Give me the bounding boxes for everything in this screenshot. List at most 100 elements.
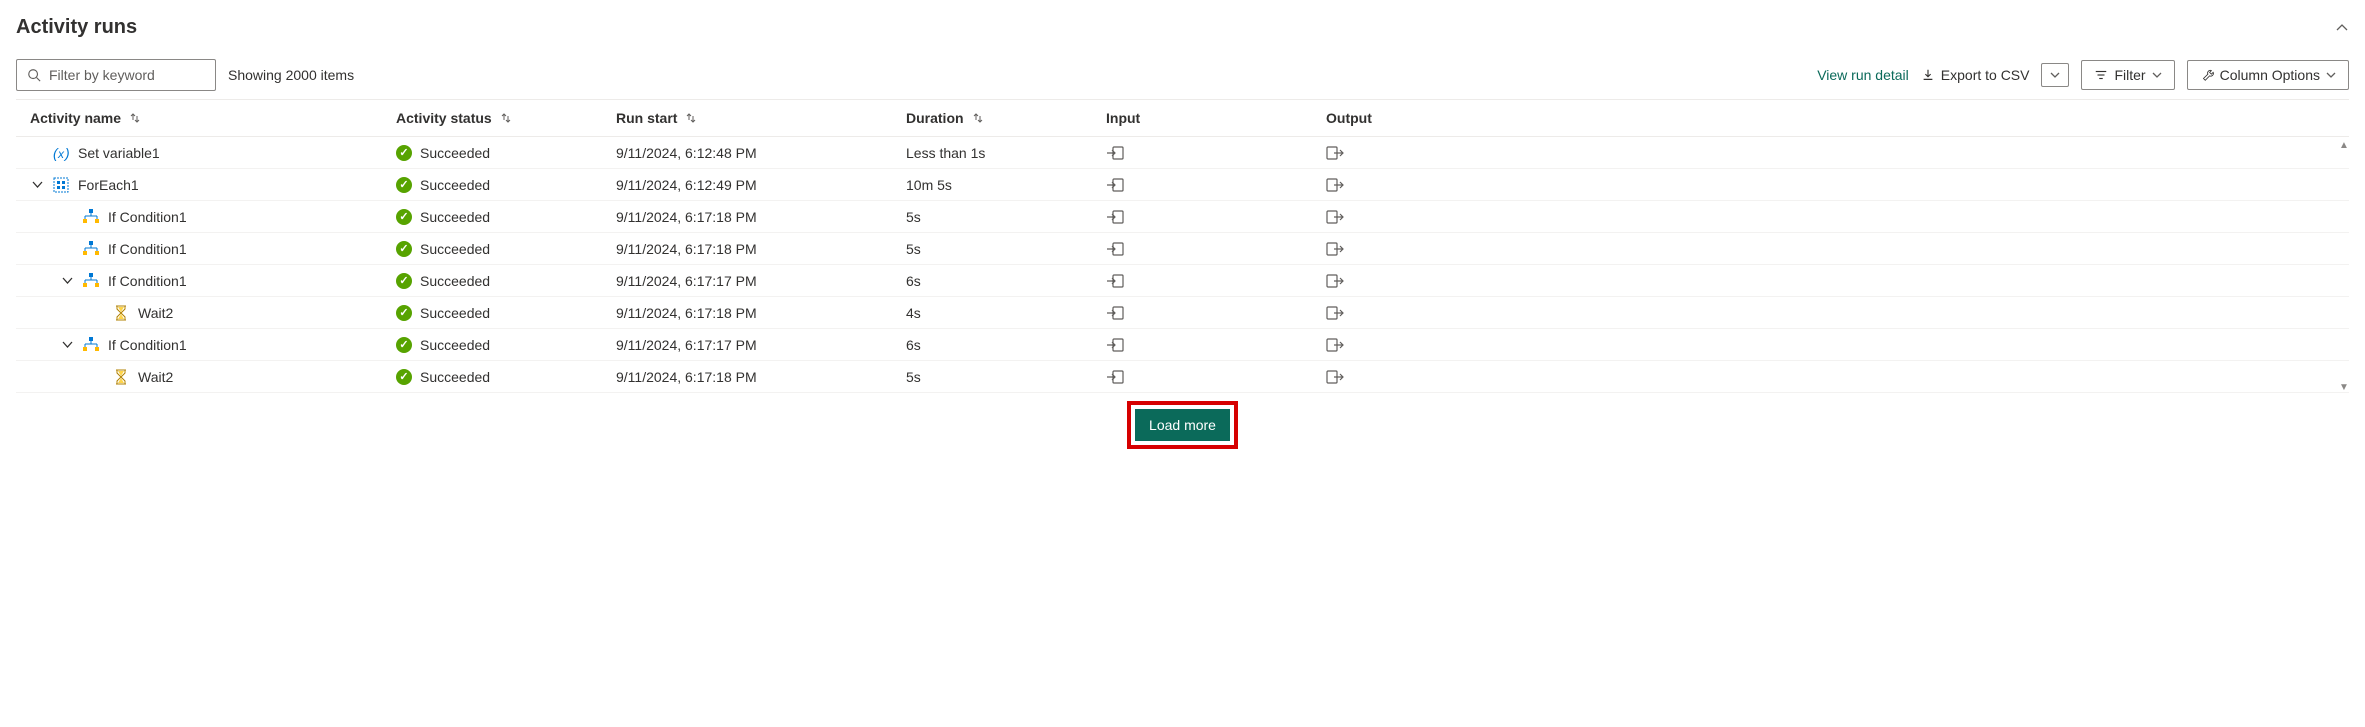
output-icon[interactable] (1326, 242, 1344, 256)
table-header-row: Activity name Activity status Run start … (16, 100, 2349, 137)
input-icon[interactable] (1106, 146, 1124, 160)
if-icon (82, 272, 100, 290)
foreach-icon (52, 176, 70, 194)
activity-name: Wait2 (138, 305, 173, 321)
filter-button[interactable]: Filter (2081, 60, 2174, 90)
input-icon[interactable] (1106, 242, 1124, 256)
activity-name: Set variable1 (78, 145, 160, 161)
filter-label: Filter (2114, 67, 2145, 83)
success-icon: ✓ (396, 145, 412, 161)
duration: 5s (906, 209, 921, 225)
svg-text:x: x (57, 147, 65, 161)
column-options-button[interactable]: Column Options (2187, 60, 2349, 90)
export-csv-button[interactable]: Export to CSV (1921, 67, 2030, 83)
duration: 10m 5s (906, 177, 952, 193)
status-label: Succeeded (420, 369, 490, 385)
table-row[interactable]: If Condition1✓Succeeded9/11/2024, 6:17:1… (16, 329, 2349, 361)
input-icon[interactable] (1106, 178, 1124, 192)
expand-chevron-icon[interactable] (60, 339, 74, 350)
success-icon: ✓ (396, 369, 412, 385)
status-label: Succeeded (420, 177, 490, 193)
column-header-name[interactable]: Activity name (16, 110, 396, 126)
output-icon[interactable] (1326, 370, 1344, 384)
table-row[interactable]: Wait2✓Succeeded9/11/2024, 6:17:18 PM4s (16, 297, 2349, 329)
run-start: 9/11/2024, 6:17:18 PM (616, 305, 757, 321)
run-start: 9/11/2024, 6:17:18 PM (616, 241, 757, 257)
duration: 5s (906, 369, 921, 385)
scrollbar[interactable]: ▲ ▼ (2339, 140, 2349, 393)
duration: 6s (906, 273, 921, 289)
run-start: 9/11/2024, 6:12:49 PM (616, 177, 757, 193)
sort-icon (685, 112, 697, 124)
scroll-down-icon: ▼ (2339, 382, 2349, 393)
chevron-down-icon (2326, 70, 2336, 80)
if-icon (82, 240, 100, 258)
status-label: Succeeded (420, 209, 490, 225)
status-label: Succeeded (420, 305, 490, 321)
sort-icon (500, 112, 512, 124)
output-icon[interactable] (1326, 306, 1344, 320)
column-header-duration-label: Duration (906, 110, 964, 126)
output-icon[interactable] (1326, 178, 1344, 192)
load-more-highlight: Load more (1127, 401, 1238, 449)
filter-keyword-input-wrap[interactable] (16, 59, 216, 91)
status-label: Succeeded (420, 273, 490, 289)
duration: Less than 1s (906, 145, 985, 161)
input-icon[interactable] (1106, 338, 1124, 352)
activity-name: If Condition1 (108, 209, 187, 225)
output-icon[interactable] (1326, 210, 1344, 224)
status-label: Succeeded (420, 337, 490, 353)
activity-name: If Condition1 (108, 337, 187, 353)
load-more-button[interactable]: Load more (1135, 409, 1230, 441)
filter-icon (2094, 68, 2108, 82)
duration: 6s (906, 337, 921, 353)
view-run-detail-link[interactable]: View run detail (1817, 67, 1909, 83)
table-row[interactable]: Wait2✓Succeeded9/11/2024, 6:17:18 PM5s (16, 361, 2349, 393)
output-icon[interactable] (1326, 274, 1344, 288)
sort-icon (129, 112, 141, 124)
status-label: Succeeded (420, 241, 490, 257)
column-header-name-label: Activity name (30, 110, 121, 126)
success-icon: ✓ (396, 241, 412, 257)
collapse-panel-icon[interactable] (2335, 21, 2349, 35)
if-icon (82, 336, 100, 354)
expand-chevron-icon[interactable] (60, 275, 74, 286)
table-row[interactable]: ForEach1✓Succeeded9/11/2024, 6:12:49 PM1… (16, 169, 2349, 201)
table-row[interactable]: If Condition1 ✓ Succeeded 9/11/2024, 6:17:1… (16, 201, 2349, 233)
filter-keyword-input[interactable] (47, 66, 205, 84)
expand-chevron-icon[interactable] (30, 179, 44, 190)
page-title: Activity runs (16, 16, 137, 39)
duration: 5s (906, 241, 921, 257)
export-csv-dropdown[interactable] (2041, 63, 2069, 87)
svg-text:): ) (63, 145, 70, 161)
activity-name: ForEach1 (78, 177, 139, 193)
table-row[interactable]: If Condition1✓Succeeded9/11/2024, 6:17:1… (16, 265, 2349, 297)
column-header-duration[interactable]: Duration (906, 110, 1106, 126)
input-icon[interactable] (1106, 274, 1124, 288)
column-header-output[interactable]: Output (1326, 110, 2349, 126)
column-options-label: Column Options (2220, 67, 2320, 83)
activity-name: If Condition1 (108, 273, 187, 289)
column-header-start[interactable]: Run start (616, 110, 906, 126)
variable-icon: (x) (52, 144, 70, 162)
column-header-input[interactable]: Input (1106, 110, 1326, 126)
if-icon (82, 208, 100, 226)
activity-name: Wait2 (138, 369, 173, 385)
input-icon[interactable] (1106, 210, 1124, 224)
input-icon[interactable] (1106, 306, 1124, 320)
success-icon: ✓ (396, 209, 412, 225)
column-header-status[interactable]: Activity status (396, 110, 616, 126)
run-start: 9/11/2024, 6:17:17 PM (616, 337, 757, 353)
sort-icon (972, 112, 984, 124)
output-icon[interactable] (1326, 338, 1344, 352)
run-start: 9/11/2024, 6:17:18 PM (616, 209, 757, 225)
run-start: 9/11/2024, 6:12:48 PM (616, 145, 757, 161)
table-row[interactable]: (x)Set variable1✓Succeeded9/11/2024, 6:1… (16, 137, 2349, 169)
chevron-down-icon (2152, 70, 2162, 80)
items-count-label: Showing 2000 items (228, 67, 354, 83)
export-csv-label: Export to CSV (1941, 67, 2030, 83)
output-icon[interactable] (1326, 146, 1344, 160)
table-row[interactable]: If Condition1✓Succeeded9/11/2024, 6:17:1… (16, 233, 2349, 265)
wait-icon (112, 304, 130, 322)
input-icon[interactable] (1106, 370, 1124, 384)
